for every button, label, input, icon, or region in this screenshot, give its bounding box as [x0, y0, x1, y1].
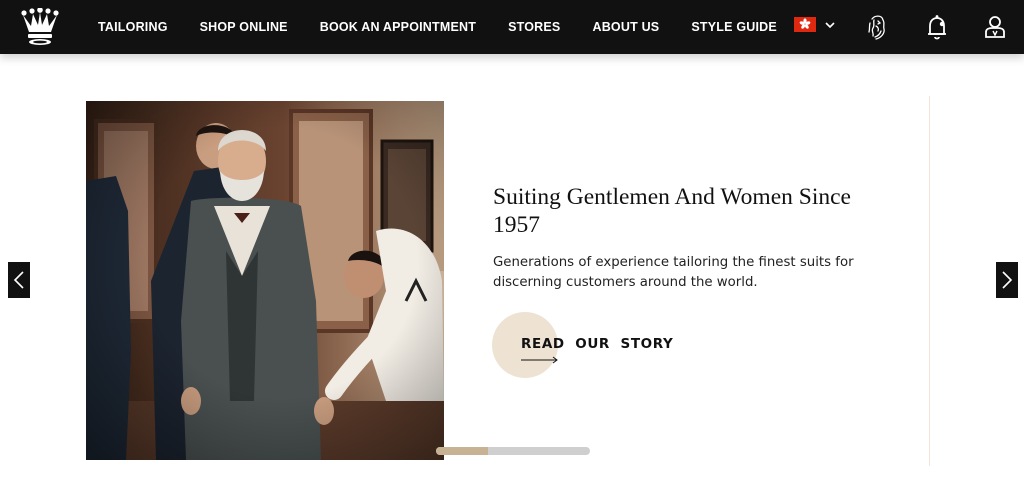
chevron-right-icon [1002, 271, 1013, 289]
top-navigation-bar: TAILORING SHOP ONLINE BOOK AN APPOINTMEN… [0, 0, 1024, 54]
slider-progress-bar [436, 447, 590, 455]
nav-book-appointment[interactable]: BOOK AN APPOINTMENT [304, 20, 492, 34]
hero-subtext: Generations of experience tailoring the … [493, 255, 854, 290]
nav-style-guide[interactable]: STYLE GUIDE [675, 20, 793, 34]
next-slide-button[interactable] [996, 262, 1018, 298]
main-nav: TAILORING SHOP ONLINE BOOK AN APPOINTMEN… [82, 0, 793, 54]
account-icon[interactable] [979, 11, 1011, 43]
hero-photo [86, 101, 444, 460]
notification-bell-icon[interactable] [921, 11, 953, 43]
hong-kong-flag-icon [794, 17, 816, 32]
arrow-right-icon [521, 356, 558, 364]
chevron-left-icon [13, 271, 24, 289]
slider-progress-fill [436, 447, 489, 455]
nav-tailoring[interactable]: TAILORING [82, 20, 184, 34]
cta-label: READ OUR STORY [521, 336, 674, 352]
nav-shop-online[interactable]: SHOP ONLINE [184, 20, 304, 34]
crown-logo-icon[interactable] [20, 7, 60, 46]
read-our-story-button[interactable]: READ OUR STORY [492, 312, 674, 378]
lion-crest-icon[interactable] [861, 11, 893, 43]
chevron-down-icon [825, 21, 835, 28]
region-selector[interactable] [794, 17, 836, 32]
hero-headline: Suiting Gentlemen And Women Since 1957 [493, 184, 851, 238]
previous-slide-button[interactable] [8, 262, 30, 298]
nav-about-us[interactable]: ABOUT US [576, 20, 675, 34]
nav-stores[interactable]: STORES [492, 20, 576, 34]
